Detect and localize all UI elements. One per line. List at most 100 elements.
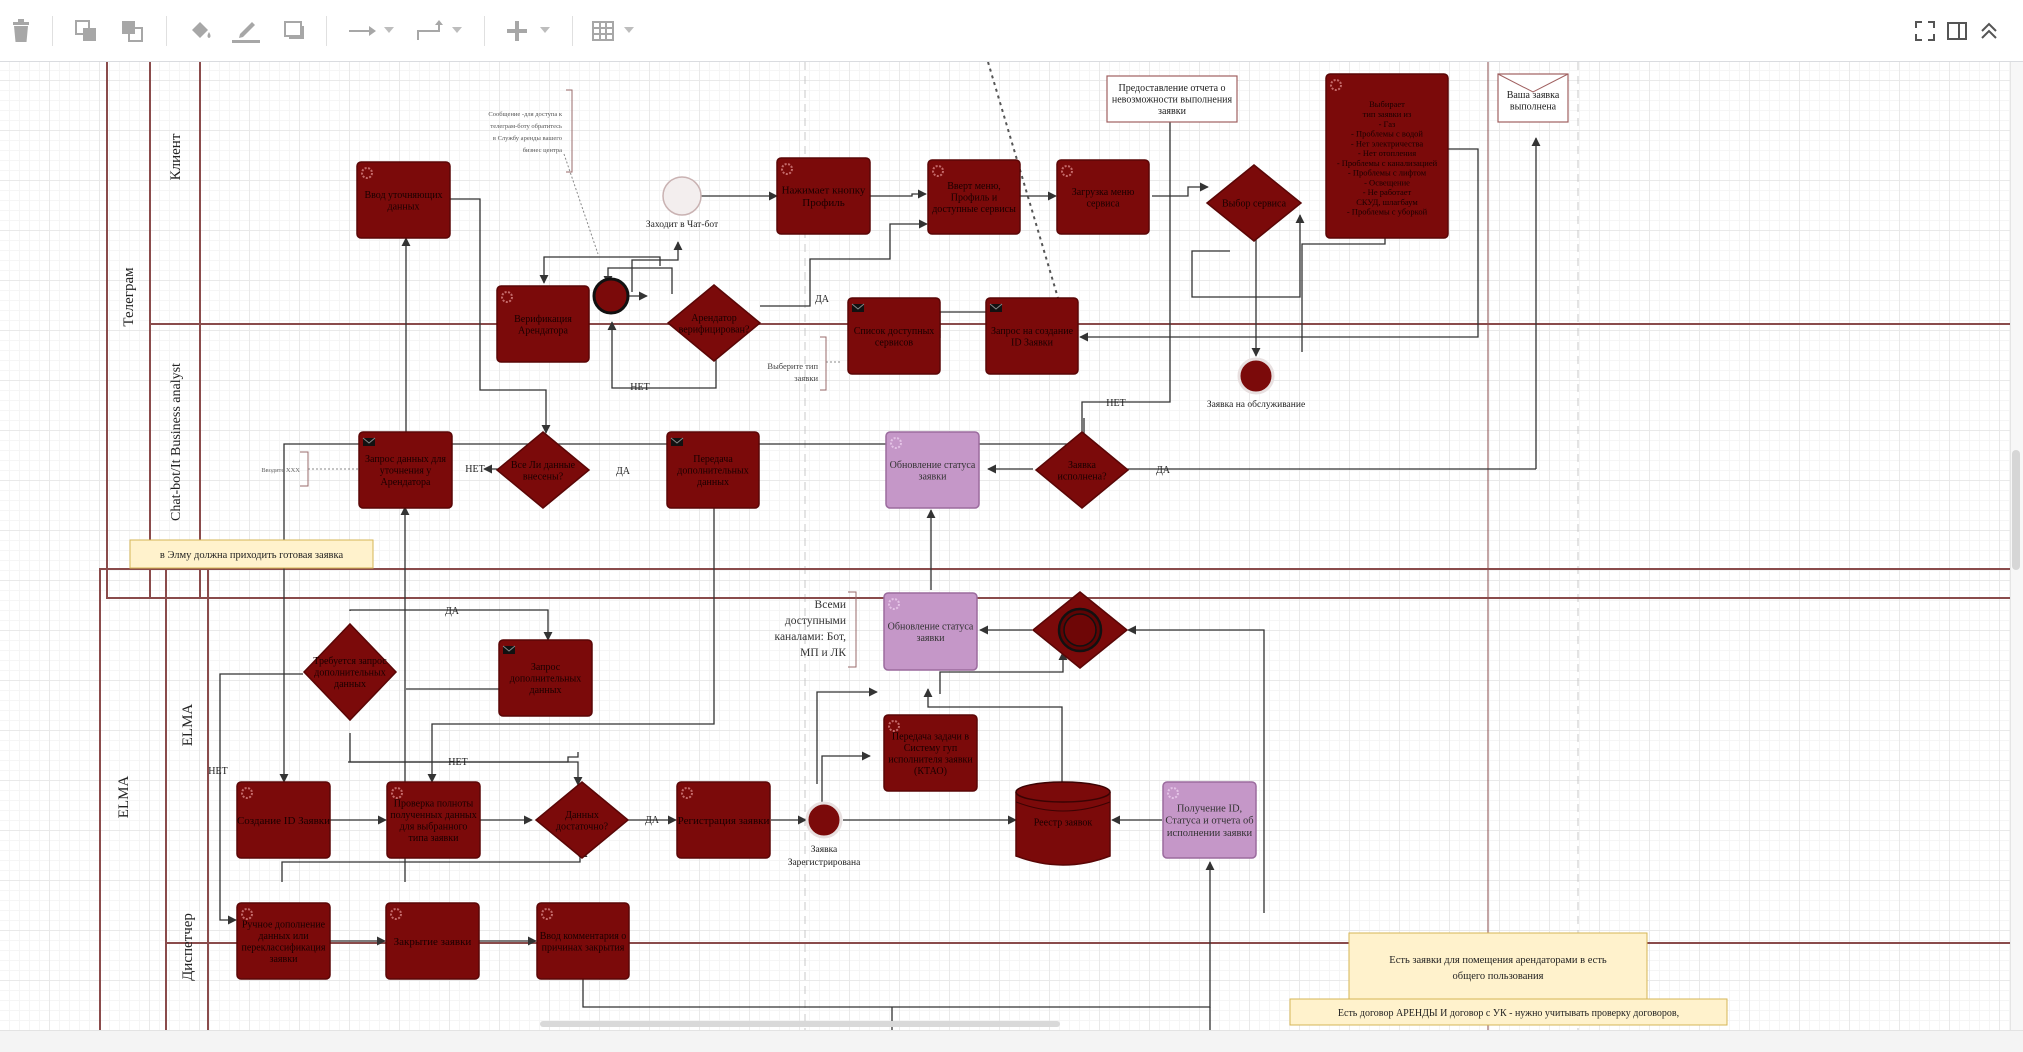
gateway-event[interactable] <box>1031 591 1129 669</box>
node-label-line: Данных <box>565 810 599 821</box>
fullscreen-button[interactable] <box>1910 14 1940 48</box>
waypoints-button[interactable] <box>412 14 446 48</box>
node-label-line: Загрузка меню <box>1072 187 1135 198</box>
format-panel-button[interactable] <box>1942 14 1972 48</box>
intermediate-event-2[interactable] <box>805 801 843 839</box>
node-label-line: дополнительных <box>510 674 581 685</box>
node-label-line: данных или <box>258 931 309 942</box>
diagram-canvas[interactable]: Телеграм Клиент Chat-bot/It Business ana… <box>0 62 2010 1030</box>
node-label-line: Реестр заявок <box>1034 818 1093 829</box>
table-button[interactable] <box>588 14 618 48</box>
waypoints-icon <box>417 20 443 40</box>
task-n3[interactable]: Вверт меню,Профиль идоступные сервисы <box>927 159 1021 235</box>
sticky-note-2[interactable]: Есть заявки для помещения арендаторами в… <box>1348 932 1648 1002</box>
gateway-n17[interactable]: Заявкаисполнена? <box>1034 431 1130 509</box>
collapse-button[interactable] <box>1974 14 2004 48</box>
node-label-line: дополнительных <box>314 668 385 679</box>
node-label-line: исполнена? <box>1057 471 1107 482</box>
task-n7[interactable]: Предоставление отчета оневозможности вып… <box>1106 75 1238 123</box>
task-n25[interactable]: Регистрация заявки <box>676 781 771 859</box>
task-n8[interactable]: Ваша заявкавыполнена <box>1497 73 1569 123</box>
gateway-n20[interactable]: Требуется запросдополнительныхданных <box>302 622 398 722</box>
line-color-button[interactable] <box>228 14 264 48</box>
envelope-icon <box>851 303 865 312</box>
node-label-line: Верификация <box>514 314 572 325</box>
task-n21[interactable]: Передача задачи вСистему гуписполнителя … <box>883 714 978 792</box>
horizontal-scrollbar[interactable] <box>0 1030 2023 1052</box>
task-n1[interactable]: Ввод уточняющихданных <box>356 161 451 239</box>
fill-color-button[interactable] <box>184 14 218 48</box>
node-label-line: Получение ID, <box>1177 804 1242 815</box>
sticky-note-1[interactable]: в Элму должна приходить готовая заявка <box>129 539 374 569</box>
node-label-line: тип заявки из <box>1363 109 1412 119</box>
envelope-icon <box>670 437 684 446</box>
task-n9[interactable]: ВерификацияАрендатора <box>496 285 590 363</box>
horizontal-scroll-thumb[interactable] <box>540 1021 1060 1027</box>
node-label-line: Предоставление отчета о <box>1118 83 1225 94</box>
task-n4[interactable]: Загрузка менюсервиса <box>1056 159 1150 235</box>
trash-icon <box>13 19 29 42</box>
gateway-n10[interactable]: Арендаторверифицирован? <box>666 284 762 362</box>
shadow-button[interactable] <box>278 14 312 48</box>
node-label-line: Вверт меню, <box>947 181 1001 192</box>
node-label-line: Систему гуп <box>904 743 958 754</box>
node-label-line: - Нет отопления <box>1358 148 1416 158</box>
task-n30[interactable]: Ввод комментария опричинах закрытия <box>536 902 630 980</box>
edge-label-no: НЕТ <box>208 766 227 777</box>
annotation-text: бизнес центра <box>523 147 562 154</box>
node-label-line: для выбранного <box>400 821 468 832</box>
node-label-line: невозможности выполнения <box>1112 95 1233 106</box>
connection-button[interactable] <box>344 14 380 48</box>
task-n15[interactable]: Передачадополнительныхданных <box>666 431 760 509</box>
edge-label-yes: ДА <box>445 606 460 617</box>
node-label-line: Регистрация заявки <box>678 815 770 827</box>
node-label-line: достаточно? <box>556 821 609 832</box>
task-n13[interactable]: Запрос данных дляуточнения уАрендатора <box>358 431 453 509</box>
sticky-note-3[interactable]: Есть договор АРЕНДЫ И договор с УК - нуж… <box>1289 998 1728 1026</box>
envelope-icon <box>502 645 516 654</box>
task-n19[interactable]: Запросдополнительныхданных <box>498 639 593 717</box>
task-n23[interactable]: Проверка полнотыполученных данныхдля выб… <box>386 781 481 859</box>
task-n2[interactable]: Нажимает кнопкуПрофиль <box>776 157 871 235</box>
to-back-button[interactable] <box>116 14 150 48</box>
node-label-line: Выбирает <box>1369 99 1405 109</box>
gateway-n14[interactable]: Все Ли данныевнесены? <box>495 431 591 509</box>
task-n12[interactable]: Запрос на созданиеID Заявки <box>985 297 1079 375</box>
datastore-n26[interactable]: Реестр заявок <box>1015 781 1111 866</box>
node-label-line: - Проблемы с уборкой <box>1347 207 1428 217</box>
to-front-icon <box>75 20 96 41</box>
node-label-line: Арендатора <box>518 325 569 336</box>
gateway-n24[interactable]: Данныхдостаточно? <box>534 781 630 859</box>
node-label-line: полученных данных <box>390 810 477 821</box>
sticky-note-3-text: Есть договор АРЕНДЫ И договор с УК - нуж… <box>1338 1008 1679 1019</box>
task-n16[interactable]: Обновление статусазаявки <box>885 431 980 509</box>
task-n29[interactable]: Закрытие заявки <box>385 902 480 980</box>
task-n18[interactable]: Обновление статусазаявки <box>883 592 978 671</box>
node-label-line: Заявка <box>1068 460 1096 471</box>
vertical-scroll-thumb[interactable] <box>2012 450 2020 570</box>
insert-button[interactable] <box>502 14 532 48</box>
node-label-line: данных <box>530 685 562 696</box>
double-chevron-up-icon <box>1981 22 1997 39</box>
annotation-text: МП и ЛК <box>800 647 846 659</box>
gateway-n5[interactable]: Выбор сервиса <box>1205 164 1303 242</box>
node-label-line: - Освещение <box>1364 177 1410 187</box>
node-label-line: Профиль <box>802 197 844 209</box>
to-front-button[interactable] <box>70 14 104 48</box>
delete-button[interactable] <box>6 14 36 48</box>
node-label-line: данных <box>334 679 366 690</box>
end-event[interactable] <box>1237 357 1275 395</box>
start-event[interactable] <box>662 176 702 216</box>
task-n22[interactable]: Создание ID Заявки <box>236 781 331 859</box>
task-n6[interactable]: Выбираеттип заявки из- Газ- Проблемы с в… <box>1325 73 1449 239</box>
task-n27[interactable]: Получение ID,Статуса и отчета обисполнен… <box>1162 781 1257 859</box>
annotation-text: Вводите ХХХ <box>261 467 300 474</box>
task-n11[interactable]: Список доступныхсервисов <box>847 297 941 375</box>
node-label-line: - Газ <box>1379 119 1396 129</box>
fullscreen-icon <box>1915 21 1935 41</box>
intermediate-event[interactable] <box>592 277 630 315</box>
edge-label-yes: ДА <box>1156 465 1171 476</box>
envelope-icon <box>989 303 1003 312</box>
task-n28[interactable]: Ручное дополнениеданных илипереклассифик… <box>236 902 331 980</box>
table-icon <box>592 21 614 41</box>
